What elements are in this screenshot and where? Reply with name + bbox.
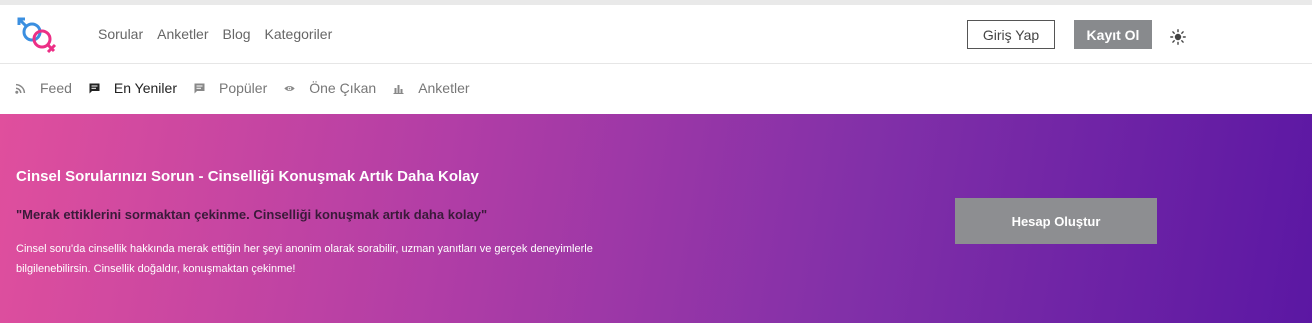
tab-label: Feed	[40, 80, 72, 96]
hero-quote: "Merak ettiklerini sormaktan çekinme. Ci…	[16, 207, 488, 222]
eye-icon	[284, 85, 295, 91]
nav-sorular[interactable]: Sorular	[98, 26, 143, 42]
tab-populer[interactable]: Popüler	[194, 80, 267, 96]
hero-title: Cinsel Sorularınızı Sorun - Cinselliği K…	[16, 168, 479, 185]
tab-anketler[interactable]: Anketler	[393, 80, 470, 96]
tab-label: Öne Çıkan	[309, 80, 377, 96]
nav-blog[interactable]: Blog	[223, 26, 251, 42]
tab-label: En Yeniler	[113, 80, 177, 96]
bar-chart-icon	[393, 84, 404, 94]
hero-description: Cinsel soru'da cinsellik hakkında merak …	[16, 243, 593, 275]
hero-banner: Cinsel Sorularınızı Sorun - Cinselliği K…	[0, 114, 1312, 323]
feed-filter-bar: Feed En Yeniler Popüler Öne Çıkan Anketl…	[0, 64, 1312, 114]
top-navbar: Sorular Anketler Blog Kategoriler Giriş …	[0, 0, 1312, 64]
tab-en-yeniler[interactable]: En Yeniler	[89, 80, 177, 96]
feed-filter-tabs: Feed En Yeniler Popüler Öne Çıkan Anketl…	[15, 80, 487, 96]
tab-label: Anketler	[418, 80, 470, 96]
login-button[interactable]: Giriş Yap	[967, 20, 1055, 49]
sun-icon[interactable]	[1170, 29, 1186, 45]
tab-feed[interactable]: Feed	[15, 80, 72, 96]
create-account-button[interactable]: Hesap Oluştur	[955, 198, 1157, 244]
chat-bubble-icon	[89, 83, 100, 93]
tab-one-cikan[interactable]: Öne Çıkan	[284, 80, 376, 96]
logo-gender-symbols-icon[interactable]	[15, 14, 59, 58]
rss-icon	[15, 83, 26, 94]
nav-kategoriler[interactable]: Kategoriler	[265, 26, 333, 42]
tab-label: Popüler	[218, 80, 268, 96]
main-nav: Sorular Anketler Blog Kategoriler	[98, 26, 332, 42]
register-button[interactable]: Kayıt Ol	[1074, 20, 1152, 49]
nav-anketler[interactable]: Anketler	[157, 26, 208, 42]
message-icon	[194, 83, 205, 93]
